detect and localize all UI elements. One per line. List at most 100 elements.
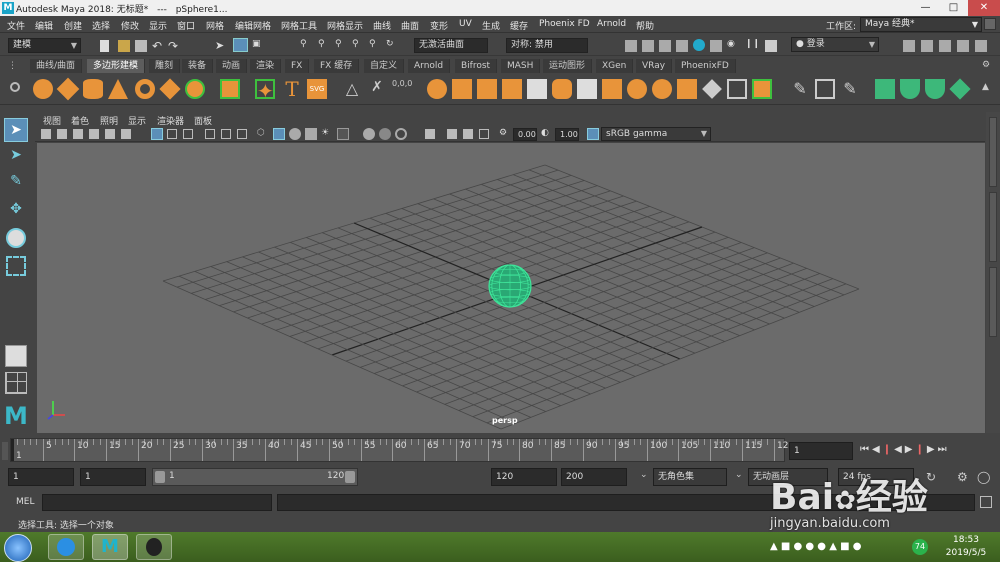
range-slider[interactable]: 1 120: [152, 468, 358, 486]
vray-render-icon[interactable]: ◉: [727, 39, 739, 51]
command-input[interactable]: [42, 494, 272, 511]
workspace-lock-icon[interactable]: [984, 18, 996, 30]
xray-icon[interactable]: [447, 129, 457, 139]
tab-poly-modeling[interactable]: 多边形建模: [87, 59, 146, 73]
step-forward-key-icon[interactable]: ❙: [916, 444, 927, 455]
lasso-tool-icon[interactable]: ➤: [6, 147, 26, 167]
paint-select-tool-icon[interactable]: ✎: [6, 173, 26, 193]
resolution-gate-icon[interactable]: [183, 129, 193, 139]
menu-arnold[interactable]: Arnold: [597, 19, 626, 29]
ambient-occlusion-icon[interactable]: [363, 128, 375, 140]
uv-editor-icon[interactable]: [815, 79, 835, 99]
grid-toggle-icon[interactable]: [151, 128, 163, 140]
select-hierarchy-icon[interactable]: ➤: [215, 39, 227, 52]
menu-display[interactable]: 显示: [149, 19, 167, 32]
tab-bifrost[interactable]: Bifrost: [455, 59, 498, 73]
attribute-editor-icon[interactable]: [921, 40, 933, 52]
save-scene-icon[interactable]: [135, 40, 147, 52]
time-slider-grip[interactable]: [2, 442, 8, 460]
isolate-select-icon[interactable]: [425, 129, 435, 139]
step-back-key-icon[interactable]: ❙: [883, 444, 894, 455]
panel-menu-shading[interactable]: 着色: [71, 114, 89, 127]
tab-custom[interactable]: 自定义: [364, 59, 405, 73]
multi-cut-icon[interactable]: [627, 79, 647, 99]
insert-edge-loop-icon[interactable]: [652, 79, 672, 99]
panel-menu-view[interactable]: 视图: [43, 114, 61, 127]
gate-mask-icon[interactable]: [205, 129, 215, 139]
new-scene-icon[interactable]: [100, 40, 109, 52]
animation-start-field[interactable]: 1: [8, 468, 74, 486]
single-perspective-layout-icon[interactable]: [5, 345, 27, 367]
menu-mesh-tools[interactable]: 网格工具: [281, 19, 317, 32]
clock-date[interactable]: 2019/5/5: [938, 548, 994, 558]
menu-phoenix-fd[interactable]: Phoenix FD: [539, 19, 590, 29]
bookmark-icon[interactable]: [73, 129, 83, 139]
menu-modify[interactable]: 修改: [121, 19, 139, 32]
exposure-icon[interactable]: ⚙: [499, 128, 511, 140]
maximize-icon[interactable]: □: [940, 0, 967, 16]
outliner-icon[interactable]: [975, 40, 987, 52]
menu-file[interactable]: 文件: [7, 19, 25, 32]
select-tool-icon[interactable]: ➤: [4, 118, 28, 142]
psphere1-object[interactable]: [488, 264, 532, 308]
render-settings-icon[interactable]: [676, 40, 688, 52]
step-back-icon[interactable]: ◀: [872, 444, 883, 455]
poly-sphere-icon[interactable]: [33, 79, 53, 99]
quad-draw-icon[interactable]: [702, 79, 722, 99]
poly-cylinder-icon[interactable]: [83, 79, 103, 99]
anti-aliasing-icon[interactable]: [379, 128, 391, 140]
arnold-render-icon[interactable]: [710, 40, 722, 52]
login-button[interactable]: ● 登录 ▼: [791, 37, 879, 52]
chevron-down-icon[interactable]: ⌄: [640, 470, 648, 480]
collapse-icon[interactable]: [602, 79, 622, 99]
menu-set-select[interactable]: 建模 ▼: [8, 38, 81, 53]
combine-icon[interactable]: △: [342, 79, 362, 99]
live-surface-field[interactable]: 无激活曲面: [414, 38, 488, 53]
playback-start-field[interactable]: 1: [80, 468, 146, 486]
script-editor-icon[interactable]: [980, 496, 992, 508]
animation-end-field[interactable]: 200: [561, 468, 627, 486]
super-shape-icon[interactable]: ✦: [255, 79, 275, 101]
vfb-icon[interactable]: [765, 40, 777, 52]
time-ruler[interactable]: 1 5 10 15 20 25 30 35 40 45 50 55 60 65 70 75 80 85 90 95 1…: [10, 438, 788, 462]
tray-badge[interactable]: 74: [912, 539, 928, 555]
textured-icon[interactable]: [305, 128, 317, 140]
tab-fx[interactable]: FX: [285, 59, 310, 73]
poly-cube-icon[interactable]: [56, 77, 80, 101]
start-button-icon[interactable]: [4, 534, 32, 562]
camera-select-icon[interactable]: [41, 129, 51, 139]
xray-joints-icon[interactable]: [463, 129, 473, 139]
menu-surfaces[interactable]: 曲面: [401, 19, 419, 32]
render-icon[interactable]: [625, 40, 637, 52]
shelf-grip-icon[interactable]: ⋮: [8, 61, 17, 71]
taskbar-maya-icon[interactable]: M: [92, 534, 128, 560]
workspace-select[interactable]: Maya 经典* ▼: [860, 17, 982, 32]
rotate-tool-icon[interactable]: [6, 228, 26, 248]
current-time-marker[interactable]: [11, 439, 14, 461]
tab-rendering[interactable]: 渲染: [250, 59, 282, 73]
tab-curves-surfaces[interactable]: 曲线/曲面: [30, 59, 83, 73]
green-tool-3-icon[interactable]: [925, 79, 945, 99]
depth-of-field-icon[interactable]: [395, 128, 407, 140]
tab-animation[interactable]: 动画: [216, 59, 248, 73]
tab-phoenixfd[interactable]: PhoenixFD: [675, 59, 736, 73]
panel-menu-lighting[interactable]: 照明: [100, 114, 118, 127]
four-view-layout-icon[interactable]: [5, 372, 27, 394]
maya-m-icon[interactable]: M: [3, 403, 29, 429]
mel-label[interactable]: MEL: [16, 497, 34, 507]
range-slider-end-handle[interactable]: [345, 471, 355, 483]
safe-action-icon[interactable]: [237, 129, 247, 139]
menu-edit-mesh[interactable]: 编辑网格: [235, 19, 271, 32]
wireframe-cube-icon[interactable]: ⬡: [257, 128, 269, 140]
scale-tool-icon[interactable]: [6, 256, 26, 276]
separate-icon[interactable]: ✗: [367, 79, 387, 99]
modeling-toolkit-icon[interactable]: [903, 40, 915, 52]
tab-motion-graphics[interactable]: 运动图形: [543, 59, 593, 73]
type-tool-icon[interactable]: T: [282, 79, 302, 99]
platonic-solid-icon[interactable]: [220, 79, 240, 99]
poly-torus-icon[interactable]: [135, 79, 155, 99]
perspective-viewport[interactable]: persp: [37, 143, 985, 433]
2d-pan-icon[interactable]: [105, 129, 115, 139]
close-icon[interactable]: ✕: [968, 0, 1000, 16]
range-slider-start-handle[interactable]: [155, 471, 165, 483]
